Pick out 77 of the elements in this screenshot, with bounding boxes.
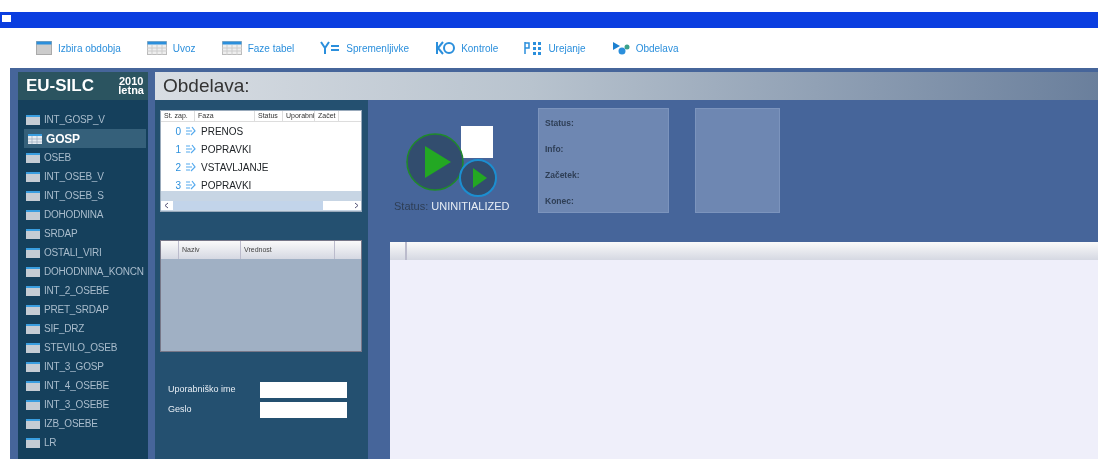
phase-name: VSTAVLJANJE xyxy=(201,160,269,175)
sidebar-item[interactable]: IZB_OSEBE xyxy=(18,414,146,433)
input-field[interactable] xyxy=(260,402,347,418)
sidebar-item[interactable]: SRDAP xyxy=(18,224,146,243)
page-title: Obdelava: xyxy=(155,72,1098,100)
field-label: Uporabniško ime xyxy=(168,383,236,397)
sidebar-item[interactable]: INT_4_OSEBE xyxy=(18,376,146,395)
table-icon xyxy=(26,152,40,163)
table-icon xyxy=(26,171,40,182)
table-icon xyxy=(146,41,167,55)
table-icon xyxy=(26,285,40,296)
row-number: 2 xyxy=(174,160,181,175)
sidebar-item[interactable]: DOHODNINA_KONCN xyxy=(18,262,146,281)
phase-icon xyxy=(185,126,197,136)
variable-icon xyxy=(320,41,341,55)
table-icon xyxy=(26,209,40,220)
sidebar-item[interactable]: INT_GOSP_V xyxy=(18,110,146,129)
phase-icon xyxy=(185,144,197,154)
info-label: Info: xyxy=(545,143,565,156)
table-icon xyxy=(221,41,242,55)
table-icon xyxy=(26,361,40,372)
table-icon xyxy=(26,304,40,315)
toolbar-button[interactable]: Uvoz xyxy=(146,40,196,56)
brand-name: EU-SILC xyxy=(26,75,94,98)
info-label: Status: xyxy=(545,117,575,130)
table-icon xyxy=(26,228,40,239)
row-number: 1 xyxy=(174,142,181,157)
phase-name: PRENOS xyxy=(201,124,244,139)
table-icon xyxy=(26,323,40,334)
process-icon xyxy=(611,41,630,55)
field-label: Geslo xyxy=(168,403,192,417)
phase-name: POPRAVKI xyxy=(201,142,252,157)
table-icon xyxy=(26,247,40,258)
phase-icon xyxy=(185,162,197,172)
table-icon xyxy=(26,418,40,429)
table-icon xyxy=(26,190,40,201)
sidebar-item[interactable]: INT_2_OSEBE xyxy=(18,281,146,300)
row-number: 0 xyxy=(174,124,181,139)
horizontal-scrollbar[interactable] xyxy=(161,201,361,210)
sidebar-item[interactable]: DOHODNINA xyxy=(18,205,146,224)
sidebar-item[interactable]: INT_3_GOSP xyxy=(18,357,146,376)
check-icon xyxy=(435,41,456,55)
status-label: Status: xyxy=(394,200,429,212)
phase-icon xyxy=(185,180,197,190)
table-icon xyxy=(26,114,40,125)
sidebar-item[interactable]: INT_OSEB_S xyxy=(18,186,146,205)
status-value: UNINITIALIZED xyxy=(431,200,510,212)
toolbar-button[interactable]: Spremenljivke xyxy=(320,40,410,56)
window-icon xyxy=(2,15,11,22)
edit-icon xyxy=(524,41,543,55)
brand-period: 2010 letna xyxy=(118,76,144,96)
row-number: 3 xyxy=(174,178,181,193)
table-icon xyxy=(26,380,40,391)
info-label: Konec: xyxy=(545,195,575,208)
toolbar-button[interactable]: Kontrole xyxy=(435,40,499,56)
sidebar-item[interactable]: STEVILO_OSEB xyxy=(18,338,146,357)
phase-name: POPRAVKI xyxy=(201,178,252,193)
toolbar-button[interactable]: Faze tabel xyxy=(221,40,295,56)
sidebar-item[interactable]: INT_3_OSEBE xyxy=(18,395,146,414)
sidebar-item[interactable]: OSEB xyxy=(18,148,146,167)
sidebar-item[interactable]: OSTALI_VIRI xyxy=(18,243,146,262)
table-icon xyxy=(26,266,40,277)
table-icon xyxy=(28,133,42,144)
toolbar-button[interactable]: Izbira obdobja xyxy=(36,40,121,56)
table-icon xyxy=(26,342,40,353)
sidebar-item[interactable]: GOSP xyxy=(24,129,146,148)
table-icon xyxy=(26,437,40,448)
toolbar-button[interactable]: Obdelava xyxy=(611,40,679,56)
sidebar-item[interactable]: LR xyxy=(18,433,146,452)
info-label: Začetek: xyxy=(545,169,581,182)
sidebar-item[interactable]: INT_OSEB_V xyxy=(18,167,146,186)
input-field[interactable] xyxy=(260,382,347,398)
toolbar-button[interactable]: Urejanje xyxy=(524,40,586,56)
sidebar-item[interactable]: PRET_SRDAP xyxy=(18,300,146,319)
sidebar-item[interactable]: SIF_DRZ xyxy=(18,319,146,338)
calendar-icon xyxy=(36,41,52,55)
table-icon xyxy=(26,399,40,410)
